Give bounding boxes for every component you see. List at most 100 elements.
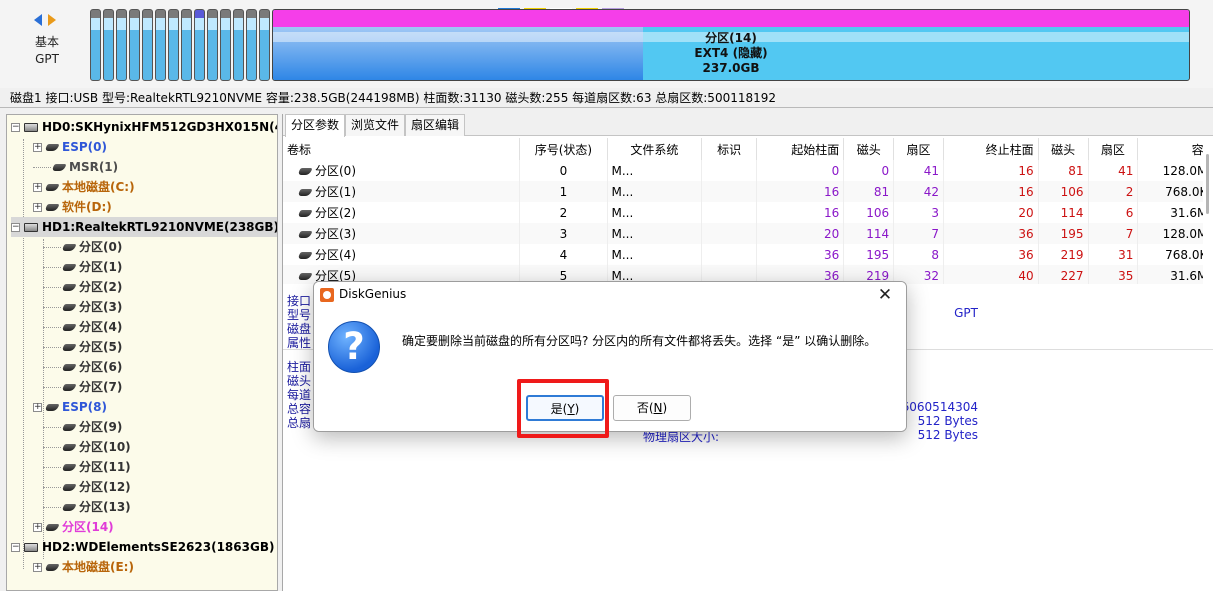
- tree-item-partition[interactable]: 分区(10): [43, 437, 131, 457]
- tree-disk-hd1[interactable]: − HD1:RealtekRTL9210NVME(238GB): [11, 217, 277, 237]
- partition-block[interactable]: [142, 9, 153, 81]
- table-cell: 3: [519, 223, 608, 244]
- partition-block[interactable]: [129, 9, 140, 81]
- partition-icon: [61, 364, 77, 371]
- partition-block[interactable]: [181, 9, 192, 81]
- expand-icon[interactable]: +: [33, 183, 42, 192]
- partition-table[interactable]: 卷标 序号(状态) 文件系统 标识 起始柱面 磁头 扇区 终止柱面 磁头 扇区 …: [283, 138, 1203, 284]
- close-icon[interactable]: ✕: [874, 284, 896, 306]
- table-cell: 106: [843, 202, 895, 223]
- question-icon: ?: [328, 321, 380, 373]
- big-part-fs: EXT4 (隐藏): [694, 46, 768, 60]
- table-cell: 40: [943, 265, 1039, 284]
- dialog-message: 确定要删除当前磁盘的所有分区吗? 分区内的所有文件都将丢失。选择 “是” 以确认…: [402, 334, 877, 348]
- tree-item-msr1[interactable]: MSR(1): [33, 157, 118, 177]
- partition-14-block[interactable]: 分区(14) EXT4 (隐藏) 237.0GB: [272, 9, 1190, 81]
- table-cell: 36: [756, 244, 845, 265]
- tree-item-partition[interactable]: 分区(3): [43, 297, 122, 317]
- collapse-icon[interactable]: −: [11, 123, 20, 132]
- col-start-cyl[interactable]: 起始柱面: [756, 138, 845, 160]
- tree-item-partition[interactable]: 分区(0): [43, 237, 122, 257]
- table-row[interactable]: 分区(0)0M...0041168141128.0MB: [283, 160, 1203, 181]
- table-scrollbar[interactable]: [1203, 138, 1213, 284]
- partition-block[interactable]: [246, 9, 257, 81]
- partition-block[interactable]: [168, 9, 179, 81]
- table-row[interactable]: 分区(2)2M... 16106320114631.6MB: [283, 202, 1203, 223]
- partition-block[interactable]: [259, 9, 270, 81]
- tree-item-drive-e[interactable]: + 本地磁盘(E:): [33, 557, 134, 577]
- partition-block[interactable]: [116, 9, 127, 81]
- expand-icon[interactable]: +: [33, 203, 42, 212]
- partition-block[interactable]: [207, 9, 218, 81]
- table-cell: 128.0MB: [1137, 160, 1203, 181]
- no-button[interactable]: 否(N): [613, 395, 691, 421]
- tree-item-partition-14[interactable]: + 分区(14): [33, 517, 114, 537]
- dialog-titlebar[interactable]: DiskGenius ✕: [314, 282, 906, 308]
- tree-item-partition[interactable]: 分区(13): [43, 497, 131, 517]
- partition-block[interactable]: [194, 9, 205, 81]
- table-row[interactable]: 分区(1)1M...168142161062768.0KB: [283, 181, 1203, 202]
- next-disk-icon[interactable]: [48, 14, 56, 26]
- col-start-sector[interactable]: 扇区: [893, 138, 944, 160]
- expand-icon[interactable]: +: [33, 143, 42, 152]
- collapse-icon[interactable]: −: [11, 223, 20, 232]
- col-index[interactable]: 序号(状态): [519, 138, 608, 160]
- tree-item-partition[interactable]: 分区(2): [43, 277, 122, 297]
- tree-item-partition[interactable]: 分区(7): [43, 377, 122, 397]
- tree-item-partition[interactable]: 分区(12): [43, 477, 131, 497]
- partition-block[interactable]: [103, 9, 114, 81]
- tree-item-partition[interactable]: 分区(6): [43, 357, 122, 377]
- table-cell: 31.6MB: [1137, 265, 1203, 284]
- tab-sector-edit[interactable]: 扇区编辑: [405, 114, 466, 136]
- col-id[interactable]: 标识: [701, 138, 758, 160]
- dialog-footer: 是(Y) 否(N): [314, 391, 906, 431]
- tab-bar: 分区参数 浏览文件 扇区编辑: [283, 114, 1213, 137]
- col-end-cyl[interactable]: 终止柱面: [943, 138, 1039, 160]
- tree-item-esp0[interactable]: + ESP(0): [33, 137, 107, 157]
- scroll-thumb[interactable]: [1206, 154, 1209, 214]
- tree-item-partition[interactable]: 分区(4): [43, 317, 122, 337]
- tree-disk-hd0[interactable]: − HD0:SKHynixHFM512GD3HX015N(47: [11, 117, 277, 137]
- dialog-title: DiskGenius: [339, 287, 407, 301]
- partition-label-cell: 分区(3): [283, 223, 521, 244]
- table-cell: 106: [1038, 181, 1089, 202]
- col-fs[interactable]: 文件系统: [607, 138, 703, 160]
- expand-icon[interactable]: +: [33, 563, 42, 572]
- table-cell: 768.0KB: [1137, 181, 1203, 202]
- col-end-sector[interactable]: 扇区: [1088, 138, 1139, 160]
- tree-item-partition[interactable]: 分区(1): [43, 257, 122, 277]
- expand-icon[interactable]: +: [33, 523, 42, 532]
- tree-item-partition[interactable]: 分区(9): [43, 417, 122, 437]
- partition-block[interactable]: [233, 9, 244, 81]
- tab-browse-files[interactable]: 浏览文件: [345, 114, 406, 136]
- tree-item-partition[interactable]: 分区(5): [43, 337, 122, 357]
- tree-item-drive-c[interactable]: + 本地磁盘(C:): [33, 177, 135, 197]
- collapse-icon[interactable]: −: [11, 543, 20, 552]
- col-start-head[interactable]: 磁头: [843, 138, 895, 160]
- partition-block[interactable]: [90, 9, 101, 81]
- disk-nav[interactable]: [32, 12, 60, 28]
- partition-block[interactable]: [155, 9, 166, 81]
- expand-icon[interactable]: +: [33, 403, 42, 412]
- table-cell: 3: [893, 202, 944, 223]
- col-label[interactable]: 卷标: [283, 138, 521, 160]
- disk-kind: 基本 GPT: [20, 34, 74, 68]
- tree-item-esp8[interactable]: + ESP(8): [33, 397, 107, 417]
- disk-tree[interactable]: − HD0:SKHynixHFM512GD3HX015N(47 + ESP(0) M…: [6, 114, 278, 591]
- col-capacity[interactable]: 容量: [1137, 138, 1203, 160]
- info-label: 总扇: [287, 416, 312, 430]
- table-row[interactable]: 分区(4)4M...3619583621931768.0KB: [283, 244, 1203, 265]
- tree-item-partition[interactable]: 分区(11): [43, 457, 131, 477]
- tree-disk-hd2[interactable]: − HD2:WDElementsSE2623(1863GB): [11, 537, 274, 557]
- small-partition-blocks[interactable]: [90, 9, 272, 81]
- dialog-body: ? 确定要删除当前磁盘的所有分区吗? 分区内的所有文件都将丢失。选择 “是” 以…: [314, 308, 906, 391]
- tree-item-drive-d[interactable]: + 软件(D:): [33, 197, 112, 217]
- col-end-head[interactable]: 磁头: [1038, 138, 1089, 160]
- table-cell: 4: [519, 244, 608, 265]
- partition-icon: [44, 144, 60, 151]
- prev-disk-icon[interactable]: [34, 14, 42, 26]
- table-cell: 195: [843, 244, 895, 265]
- tab-partition-params[interactable]: 分区参数: [285, 114, 346, 137]
- partition-block[interactable]: [220, 9, 231, 81]
- table-row[interactable]: 分区(3)3M...201147361957128.0MB: [283, 223, 1203, 244]
